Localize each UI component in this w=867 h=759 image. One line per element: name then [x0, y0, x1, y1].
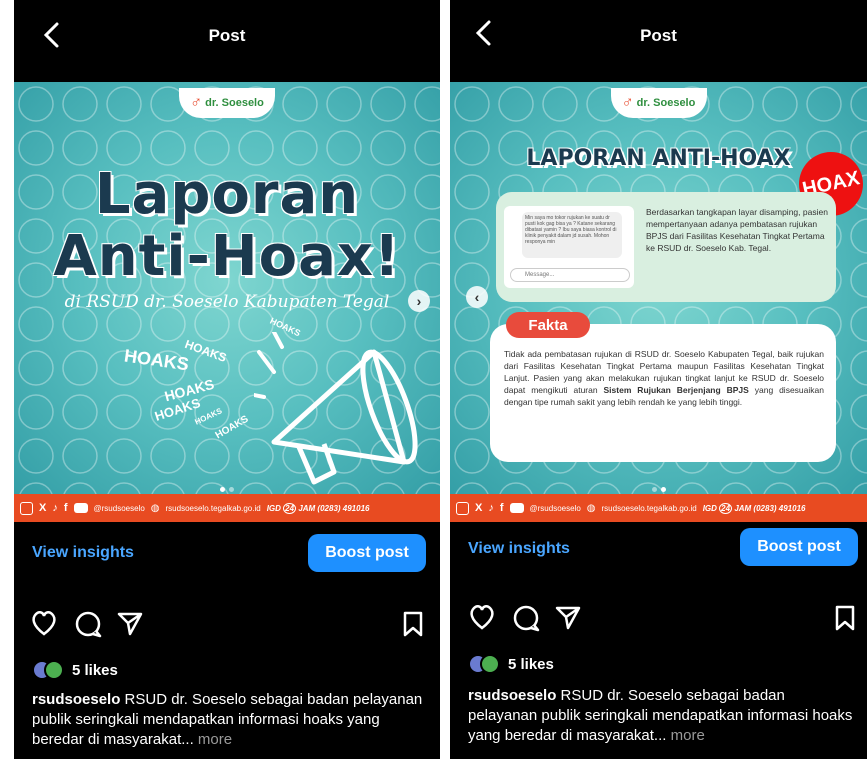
view-insights-link[interactable]: View insights — [468, 540, 570, 558]
post-actions: View insights Boost post — [14, 522, 440, 582]
screenshot-description: Berdasarkan tangkapan layar disamping, p… — [646, 207, 828, 253]
footer-website: rsudsoeselo.tegalkab.go.id — [165, 503, 261, 513]
instagram-icon — [20, 501, 33, 515]
page-title: Post — [208, 26, 246, 45]
comment-icon[interactable] — [74, 610, 102, 638]
post-actions: View insights Boost post — [450, 520, 867, 580]
footer-website: rsudsoeselo.tegalkab.go.id — [601, 503, 697, 513]
megaphone-icon — [254, 332, 418, 485]
youtube-icon — [509, 503, 524, 513]
heart-icon[interactable] — [30, 610, 58, 636]
globe-icon: ◍ — [586, 502, 596, 514]
engagement-icons — [450, 600, 867, 640]
x-icon: X — [39, 502, 47, 514]
post-footer: X ♪ f @rsudsoeselo ◍ rsudsoeselo.tegalka… — [450, 494, 867, 522]
globe-icon: ◍ — [150, 502, 160, 514]
avatar — [480, 654, 500, 674]
fakta-label: Fakta — [506, 312, 590, 338]
carousel-dots — [651, 487, 666, 492]
youtube-icon — [73, 503, 88, 513]
heart-icon[interactable] — [468, 604, 496, 630]
post-image[interactable]: ♂ dr. Soeselo LAPORAN ANTI-HOAX HOAX Min … — [450, 82, 867, 522]
screenshot-card: Min saya mo tokor rujukan ke suatu dr pu… — [496, 192, 836, 302]
footer-handle: @rsudsoeselo — [529, 503, 581, 513]
post-title-line2: Anti-Hoax! — [53, 224, 401, 289]
likes-count: 5 likes — [72, 661, 118, 679]
post-subtitle: di RSUD dr. Soeselo Kabupaten Tegal — [64, 292, 390, 312]
likes-count: 5 likes — [508, 655, 554, 673]
bookmark-icon[interactable] — [834, 604, 856, 632]
post-footer: X ♪ f @rsudsoeselo ◍ rsudsoeselo.tegalka… — [14, 494, 440, 522]
tiktok-icon: ♪ — [52, 502, 58, 514]
facebook-icon: f — [499, 502, 504, 514]
likes-row[interactable]: 5 likes — [32, 660, 118, 680]
carousel-dots — [220, 487, 234, 492]
engagement-icons — [14, 606, 440, 646]
chat-input: Message... — [510, 268, 630, 282]
boost-post-button[interactable]: Boost post — [740, 528, 858, 566]
brand-logo: ♂ dr. Soeselo — [179, 88, 275, 118]
chat-bubble: Min saya mo tokor rujukan ke suatu dr pu… — [522, 212, 622, 258]
brand-logo: ♂ dr. Soeselo — [610, 88, 707, 118]
boost-post-button[interactable]: Boost post — [308, 534, 426, 572]
caption-more-link[interactable]: more — [198, 731, 232, 748]
caption-username[interactable]: rsudsoeselo — [32, 691, 120, 708]
comment-icon[interactable] — [512, 604, 540, 632]
post-panel-left: Post ♂ dr. Soeselo Laporan Anti-Hoax! di … — [14, 0, 440, 759]
chat-screenshot: Min saya mo tokor rujukan ke suatu dr pu… — [504, 206, 634, 288]
caption-username[interactable]: rsudsoeselo — [468, 687, 556, 704]
post-caption: rsudsoeselo RSUD dr. Soeselo sebagai bad… — [32, 690, 427, 750]
x-icon: X — [475, 502, 483, 514]
footer-handle: @rsudsoeselo — [93, 503, 145, 513]
instagram-icon — [456, 501, 469, 515]
chevron-right-icon[interactable]: › — [408, 290, 430, 312]
page-title: Post — [640, 26, 677, 45]
post-title-line1: Laporan — [94, 162, 360, 227]
share-icon[interactable] — [116, 610, 144, 638]
top-bar: Post — [14, 0, 440, 70]
tiktok-icon: ♪ — [488, 502, 494, 514]
likes-row[interactable]: 5 likes — [468, 654, 554, 674]
post-caption: rsudsoeselo RSUD dr. Soeselo sebagai bad… — [468, 686, 858, 746]
footer-igd: IGD 24 JAM (0283) 491016 — [702, 502, 806, 514]
chevron-left-icon[interactable]: ‹ — [466, 286, 488, 308]
post-image[interactable]: ♂ dr. Soeselo Laporan Anti-Hoax! di RSUD … — [14, 82, 440, 522]
avatar — [44, 660, 64, 680]
facebook-icon: f — [63, 502, 68, 514]
caption-more-link[interactable]: more — [671, 727, 705, 744]
share-icon[interactable] — [554, 604, 582, 632]
top-bar: Post — [450, 0, 867, 70]
view-insights-link[interactable]: View insights — [32, 544, 134, 562]
footer-igd: IGD 24 JAM (0283) 491016 — [266, 502, 370, 514]
fakta-text: Tidak ada pembatasan rujukan di RSUD dr.… — [504, 349, 824, 407]
bookmark-icon[interactable] — [402, 610, 424, 638]
post-panel-right: Post ♂ dr. Soeselo LAPORAN ANTI-HOAX HOAX… — [450, 0, 867, 759]
